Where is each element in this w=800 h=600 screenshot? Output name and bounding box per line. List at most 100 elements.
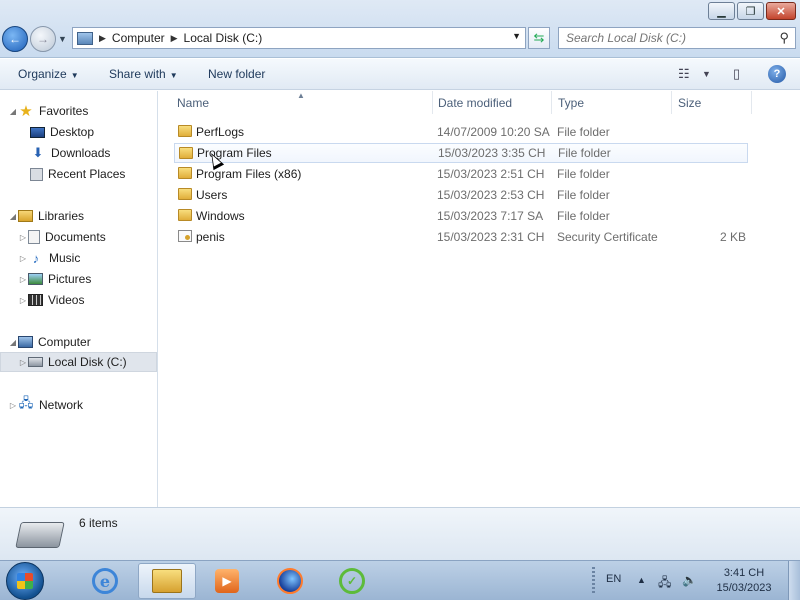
view-options-dropdown[interactable]: ▼ — [702, 69, 711, 79]
nav-libraries[interactable]: ◢ Libraries — [8, 206, 84, 226]
file-date: 15/03/2023 2:31 CH — [437, 230, 545, 244]
help-button[interactable]: ? — [768, 65, 786, 83]
nav-favorites[interactable]: ◢ ★ Favorites — [8, 101, 88, 121]
nav-label: Recent Places — [48, 167, 126, 181]
address-bar[interactable]: ▶ Computer ▶ Local Disk (C:) ▼ — [72, 27, 526, 49]
taskbar-windows-explorer[interactable] — [138, 563, 196, 599]
file-name: Windows — [196, 209, 245, 223]
maximize-button[interactable]: ❐ — [737, 2, 764, 20]
music-icon: ♪ — [32, 250, 40, 266]
expand-icon[interactable]: ▷ — [18, 233, 28, 242]
nav-label: Music — [49, 251, 81, 265]
chevron-right-icon: ▶ — [99, 32, 106, 43]
expand-icon[interactable]: ◢ — [8, 212, 18, 221]
nav-label: Local Disk (C:) — [48, 355, 127, 369]
file-row[interactable]: Windows 15/03/2023 7:17 SA File folder — [174, 206, 748, 226]
nav-pictures[interactable]: ▷ Pictures — [18, 269, 91, 289]
nav-music[interactable]: ▷ ♪ Music — [18, 248, 80, 268]
change-view-button[interactable]: ☷ — [678, 66, 690, 82]
window-controls: ▁ ❐ ✕ — [708, 2, 796, 20]
share-with-label: Share with — [109, 67, 166, 81]
breadcrumb-local-disk[interactable]: Local Disk (C:) — [184, 31, 263, 45]
chevron-down-icon: ▼ — [169, 71, 178, 80]
file-name: PerfLogs — [196, 125, 245, 139]
expand-icon[interactable]: ▷ — [8, 401, 18, 410]
network-tray-icon[interactable]: 🖧 — [658, 573, 671, 594]
nav-recent-places[interactable]: Recent Places — [30, 164, 125, 184]
show-hidden-icons-button[interactable]: ▲ — [637, 575, 646, 585]
share-with-button[interactable]: Share with ▼ — [109, 67, 178, 81]
details-pane: 6 items — [0, 507, 800, 560]
expand-icon[interactable]: ▷ — [18, 358, 28, 367]
nav-videos[interactable]: ▷ Videos — [18, 290, 85, 310]
file-row[interactable]: Users 15/03/2023 2:53 CH File folder — [174, 185, 748, 205]
expand-icon[interactable]: ◢ — [8, 338, 18, 347]
recent-pages-dropdown[interactable]: ▼ — [58, 34, 67, 44]
nav-documents[interactable]: ▷ Documents — [18, 227, 106, 247]
internet-explorer-icon: e — [92, 568, 118, 594]
file-row[interactable]: PerfLogs 14/07/2009 10:20 SA File folder — [174, 122, 748, 142]
tray-divider — [592, 567, 595, 595]
nav-network[interactable]: ▷ 🖧 Network — [8, 395, 83, 415]
system-clock[interactable]: 3:41 CH 15/03/2023 — [706, 566, 782, 596]
search-box[interactable]: ⚲ — [558, 27, 796, 49]
show-desktop-button[interactable] — [788, 561, 800, 600]
minimize-button[interactable]: ▁ — [708, 2, 735, 20]
videos-icon — [28, 294, 43, 306]
nav-label: Downloads — [51, 146, 111, 160]
expand-icon[interactable]: ▷ — [18, 275, 28, 284]
new-folder-button[interactable]: New folder — [208, 67, 265, 81]
address-dropdown-icon[interactable]: ▼ — [512, 31, 521, 41]
language-indicator[interactable]: EN — [606, 573, 621, 585]
expand-icon[interactable]: ▷ — [18, 296, 28, 305]
column-divider[interactable] — [671, 91, 672, 114]
nav-local-disk[interactable]: ▷ Local Disk (C:) — [0, 352, 157, 372]
breadcrumb-computer[interactable]: Computer — [112, 31, 165, 45]
column-header-size[interactable]: Size — [678, 96, 701, 110]
nav-label: Documents — [45, 230, 106, 244]
file-row[interactable]: penis 15/03/2023 2:31 CH Security Certif… — [174, 227, 748, 247]
star-icon: ★ — [19, 103, 33, 120]
column-divider[interactable] — [432, 91, 433, 114]
documents-icon — [28, 230, 40, 244]
folder-icon — [178, 209, 192, 221]
column-header-date[interactable]: Date modified — [438, 96, 512, 110]
windows-explorer-icon — [152, 569, 182, 593]
nav-label: Favorites — [39, 104, 89, 118]
nav-downloads[interactable]: ⬇ Downloads — [30, 143, 111, 163]
search-input[interactable] — [566, 31, 766, 45]
close-button[interactable]: ✕ — [766, 2, 796, 20]
search-icon[interactable]: ⚲ — [779, 30, 789, 46]
forward-arrow-icon: → — [37, 32, 49, 46]
taskbar-firefox[interactable] — [261, 563, 319, 599]
column-header-type[interactable]: Type — [558, 96, 584, 110]
preview-pane-button[interactable]: ▯ — [733, 66, 740, 82]
organize-label: Organize — [18, 67, 67, 81]
file-date: 15/03/2023 2:53 CH — [437, 188, 545, 202]
refresh-button[interactable]: ⇆ — [528, 27, 550, 49]
certificate-icon — [178, 230, 192, 242]
back-button[interactable]: ← — [2, 26, 28, 52]
taskbar-media-player[interactable]: ▶ — [198, 563, 256, 599]
expand-icon[interactable]: ◢ — [8, 107, 18, 116]
title-bar: ▁ ❐ ✕ ← → ▼ ▶ Computer ▶ Local Disk (C:)… — [0, 0, 800, 58]
volume-icon[interactable]: 🔈 — [682, 573, 697, 587]
media-player-icon: ▶ — [215, 569, 239, 593]
column-divider[interactable] — [551, 91, 552, 114]
organize-button[interactable]: Organize ▼ — [18, 67, 79, 81]
taskbar-internet-explorer[interactable]: e — [76, 563, 134, 599]
nav-desktop[interactable]: Desktop — [30, 122, 94, 142]
view-details-icon: ☷ — [678, 66, 690, 81]
nav-computer[interactable]: ◢ Computer — [8, 332, 91, 352]
minimize-icon: ▁ — [717, 5, 726, 18]
file-date: 15/03/2023 2:51 CH — [437, 167, 545, 181]
expand-icon[interactable]: ▷ — [18, 254, 28, 263]
taskbar-app[interactable]: ✓ — [323, 563, 381, 599]
file-row[interactable]: Program Files (x86) 15/03/2023 2:51 CH F… — [174, 164, 748, 184]
start-button[interactable] — [6, 562, 44, 600]
file-row[interactable]: Program Files 15/03/2023 3:35 CH File fo… — [174, 143, 748, 163]
column-divider[interactable] — [751, 91, 752, 114]
forward-button[interactable]: → — [30, 26, 56, 52]
column-header-name[interactable]: Name — [177, 96, 209, 110]
libraries-icon — [18, 210, 33, 222]
